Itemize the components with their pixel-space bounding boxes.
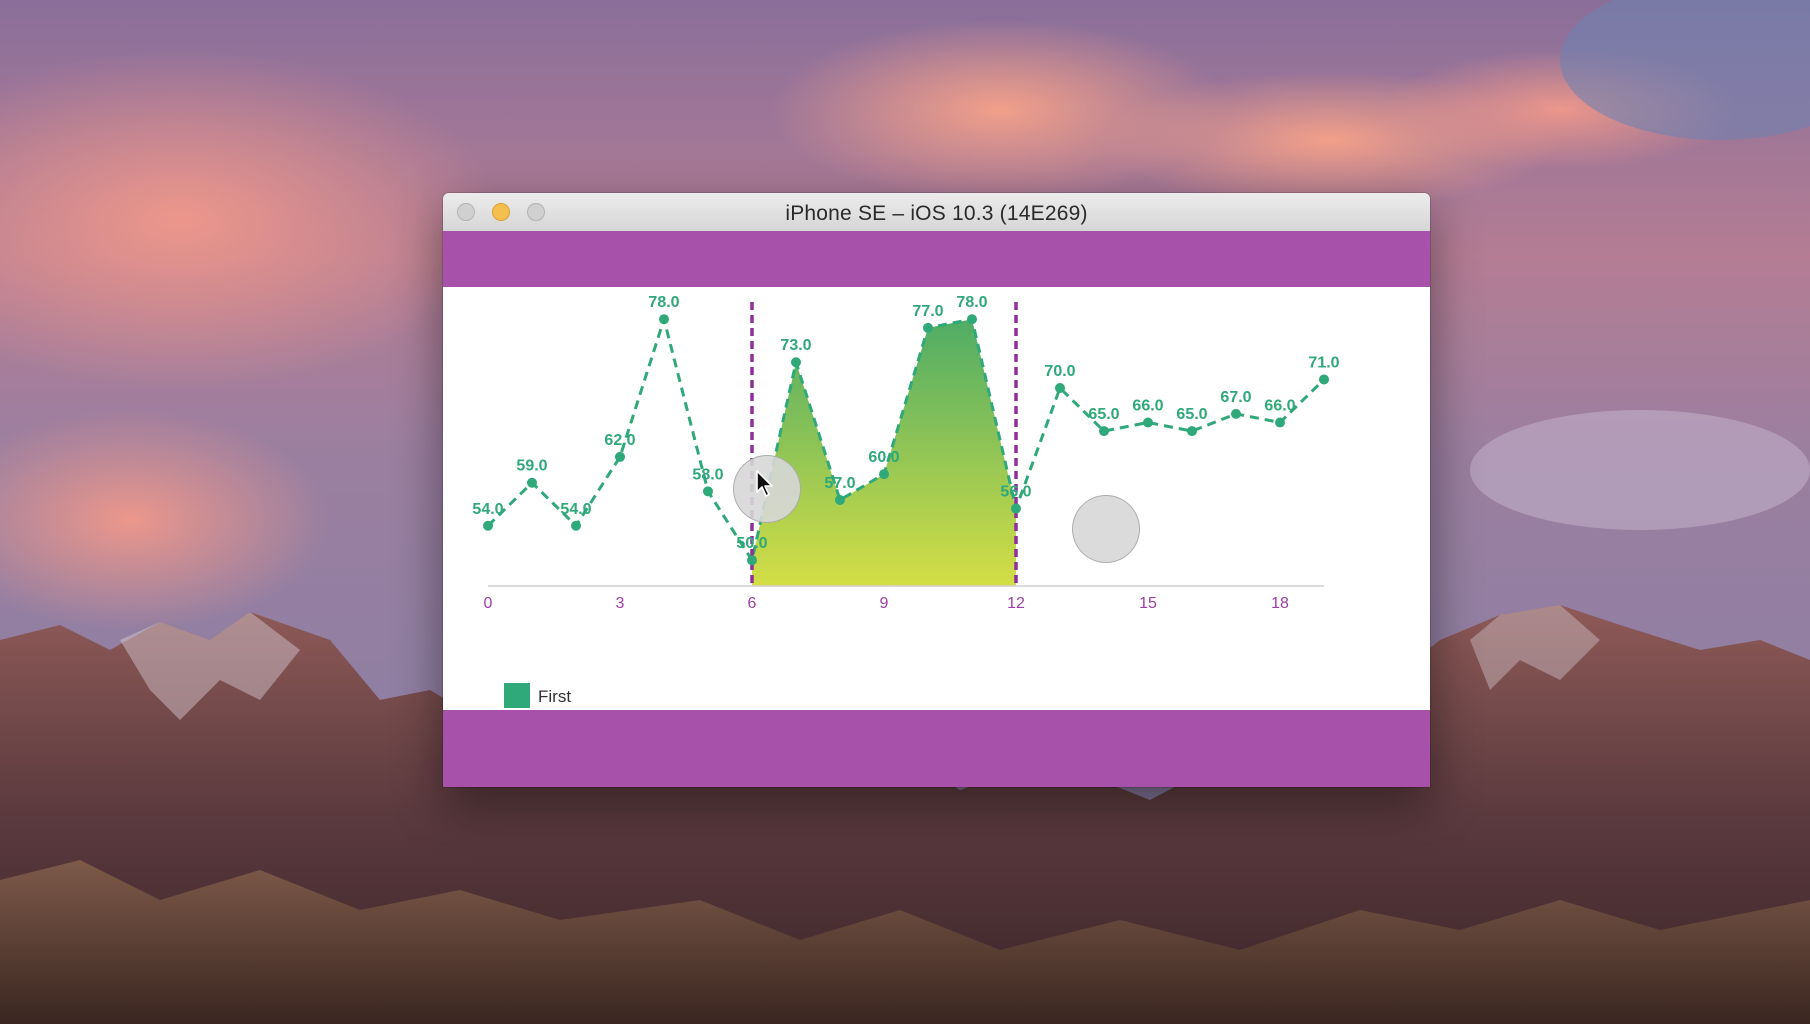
line-chart[interactable]: 54.0 59.0 54.0 62.0 78.0 58.0 50.0 73.0 57.0 60.0… (443, 287, 1430, 710)
data-point (1187, 426, 1197, 437)
data-point (615, 451, 625, 462)
data-point (1011, 503, 1021, 514)
data-point (571, 520, 581, 531)
data-label: 60.0 (868, 449, 899, 466)
data-point (527, 477, 537, 488)
data-point (1143, 417, 1153, 428)
data-label: 70.0 (1044, 363, 1075, 380)
data-label: 78.0 (956, 294, 987, 311)
x-tick-label: 12 (1007, 595, 1025, 612)
data-label: 77.0 (912, 303, 943, 320)
data-point (1275, 417, 1285, 428)
data-label: 54.0 (472, 501, 503, 518)
data-point (659, 314, 669, 325)
x-tick-label: 18 (1271, 595, 1289, 612)
data-label: 56.0 (1000, 484, 1031, 501)
window-titlebar[interactable]: iPhone SE – iOS 10.3 (14E269) (443, 193, 1430, 232)
data-point (1099, 426, 1109, 437)
legend-label-first: First (538, 687, 572, 706)
chart-area[interactable]: 54.0 59.0 54.0 62.0 78.0 58.0 50.0 73.0 57.0 60.0… (443, 287, 1430, 710)
data-point (1231, 408, 1241, 419)
data-point (967, 314, 977, 325)
data-label: 62.0 (604, 432, 635, 449)
data-label: 67.0 (1220, 389, 1251, 406)
data-label: 71.0 (1308, 354, 1339, 371)
x-tick-label: 3 (616, 595, 625, 612)
x-tick-label: 9 (880, 595, 889, 612)
data-label: 78.0 (648, 294, 679, 311)
x-tick-label: 6 (748, 595, 757, 612)
data-label: 65.0 (1176, 406, 1207, 423)
app-bottom-bar (443, 710, 1430, 787)
data-label: 58.0 (692, 466, 723, 483)
data-label: 65.0 (1088, 406, 1119, 423)
range-handle-right[interactable] (1072, 495, 1140, 563)
data-point (1055, 383, 1065, 394)
x-tick-label: 15 (1139, 595, 1157, 612)
data-label: 73.0 (780, 337, 811, 354)
data-label: 66.0 (1132, 397, 1163, 414)
data-point (483, 520, 493, 531)
simulator-window: iPhone SE – iOS 10.3 (14E269) 54.0 59.0 54… (443, 193, 1430, 787)
data-label: 50.0 (736, 535, 767, 552)
data-label: 66.0 (1264, 397, 1295, 414)
window-title: iPhone SE – iOS 10.3 (14E269) (785, 202, 1088, 225)
data-label: 54.0 (560, 501, 591, 518)
data-point (791, 357, 801, 368)
data-point (923, 322, 933, 333)
data-point (703, 486, 713, 497)
data-label: 57.0 (824, 475, 855, 492)
data-label: 59.0 (516, 458, 547, 475)
app-nav-bar (443, 231, 1430, 287)
legend-swatch-first (504, 683, 530, 708)
data-point (835, 494, 845, 505)
mouse-cursor-icon (756, 470, 773, 497)
data-point (879, 469, 889, 480)
data-point (747, 555, 757, 566)
data-point (1319, 374, 1329, 385)
x-tick-label: 0 (484, 595, 493, 612)
